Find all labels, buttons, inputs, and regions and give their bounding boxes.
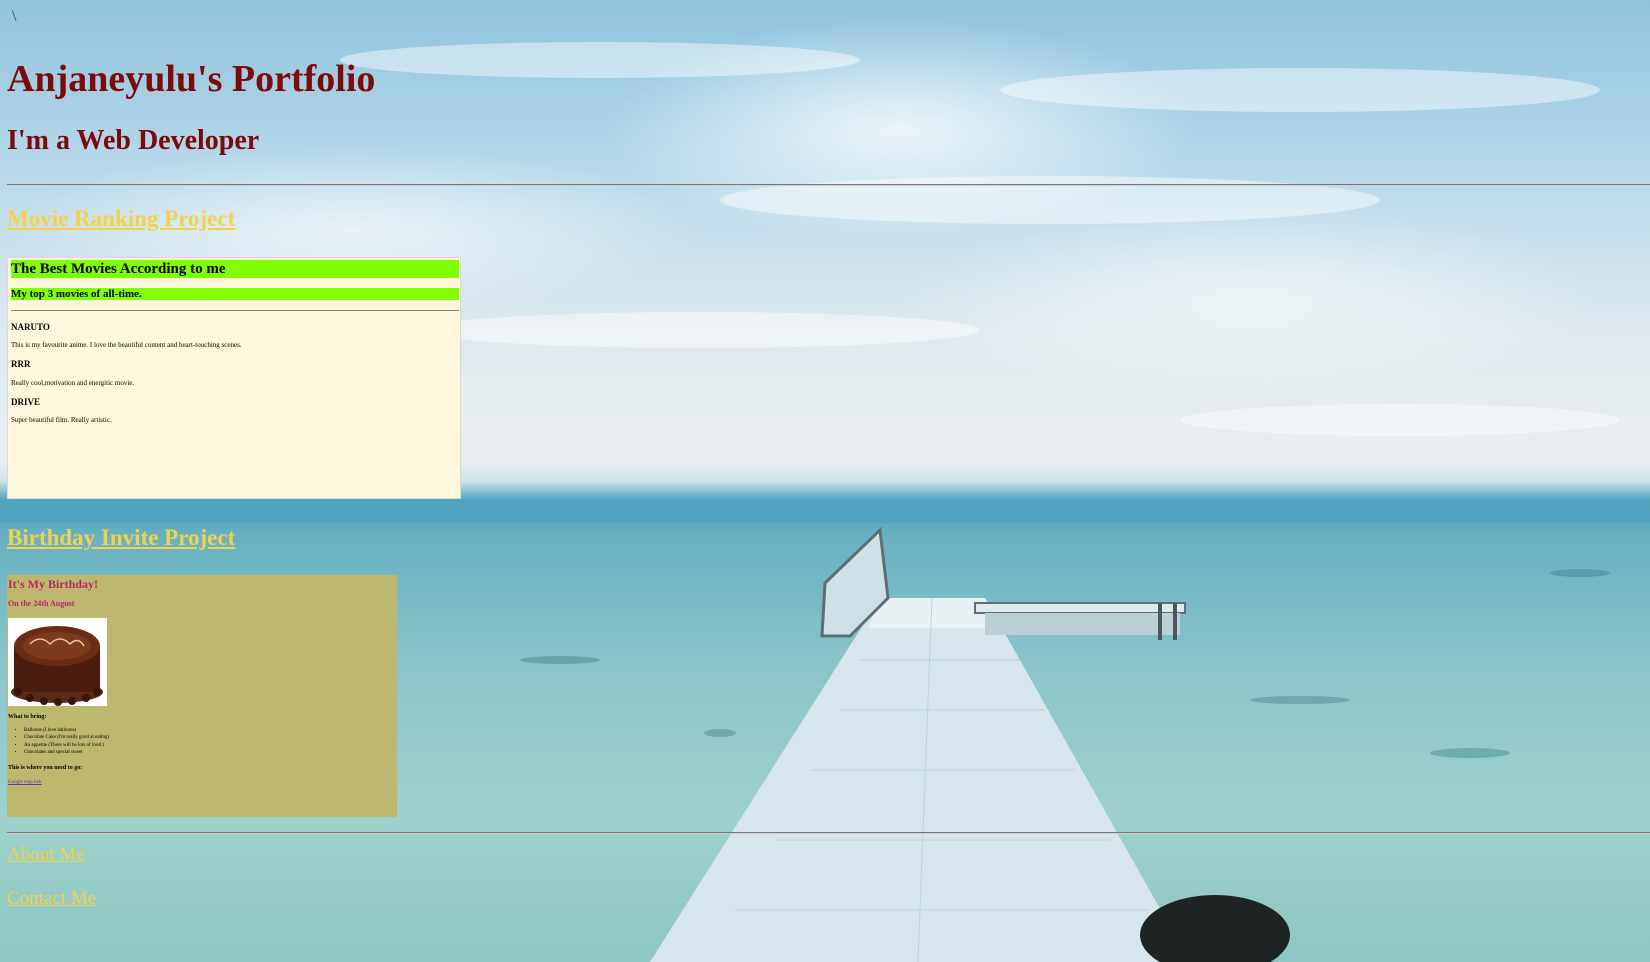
list-item: Chocolate Cake (I'm really good at eatin… (24, 734, 109, 741)
birthday-date: On the 24th August (8, 599, 75, 608)
movie-name: DRIVE (11, 397, 41, 407)
movie-ranking-project-link[interactable]: Movie Ranking Project (7, 206, 235, 232)
divider-top (7, 184, 1650, 186)
about-me-link[interactable]: About Me (7, 844, 85, 866)
movie-heading: The Best Movies According to me (11, 260, 459, 278)
page-title: Anjaneyulu's Portfolio (7, 58, 376, 100)
what-to-bring-heading: What to bring: (8, 714, 47, 720)
birthday-cake-image (8, 618, 107, 706)
movie-subheading: My top 3 movies of all-time. (11, 288, 459, 300)
list-item: Chocolates and special sweet (24, 749, 109, 756)
stray-backslash: \ (12, 8, 17, 25)
movie-description: Super beautiful film. Really artistic. (11, 416, 112, 424)
list-item: An appetite (There will be lots of food.… (24, 742, 109, 749)
birthday-invite-preview-frame: It's My Birthday! On the 24th August Wha… (7, 575, 397, 817)
movie-description: This is my favourite anime. I love the b… (11, 341, 242, 349)
bring-items-list: Balloons (I love balloons) Chocolate Cak… (8, 727, 109, 757)
page-subtitle: I'm a Web Developer (7, 125, 260, 156)
birthday-heading: It's My Birthday! (8, 577, 98, 591)
movie-name: NARUTO (11, 322, 50, 332)
list-item: Balloons (I love balloons) (24, 727, 109, 734)
contact-me-link[interactable]: Contact Me (7, 888, 96, 910)
birthday-invite-project-link[interactable]: Birthday Invite Project (7, 525, 235, 551)
where-to-go-heading: This is where you need to go: (8, 765, 83, 771)
divider-bottom (7, 832, 1650, 834)
movie-name: RRR (11, 359, 31, 369)
movie-divider (11, 310, 459, 311)
movie-description: Really cool,motivation and energitic mov… (11, 379, 135, 387)
google-map-link[interactable]: Google map link (8, 780, 42, 785)
movie-ranking-preview-frame: The Best Movies According to me My top 3… (7, 257, 461, 499)
